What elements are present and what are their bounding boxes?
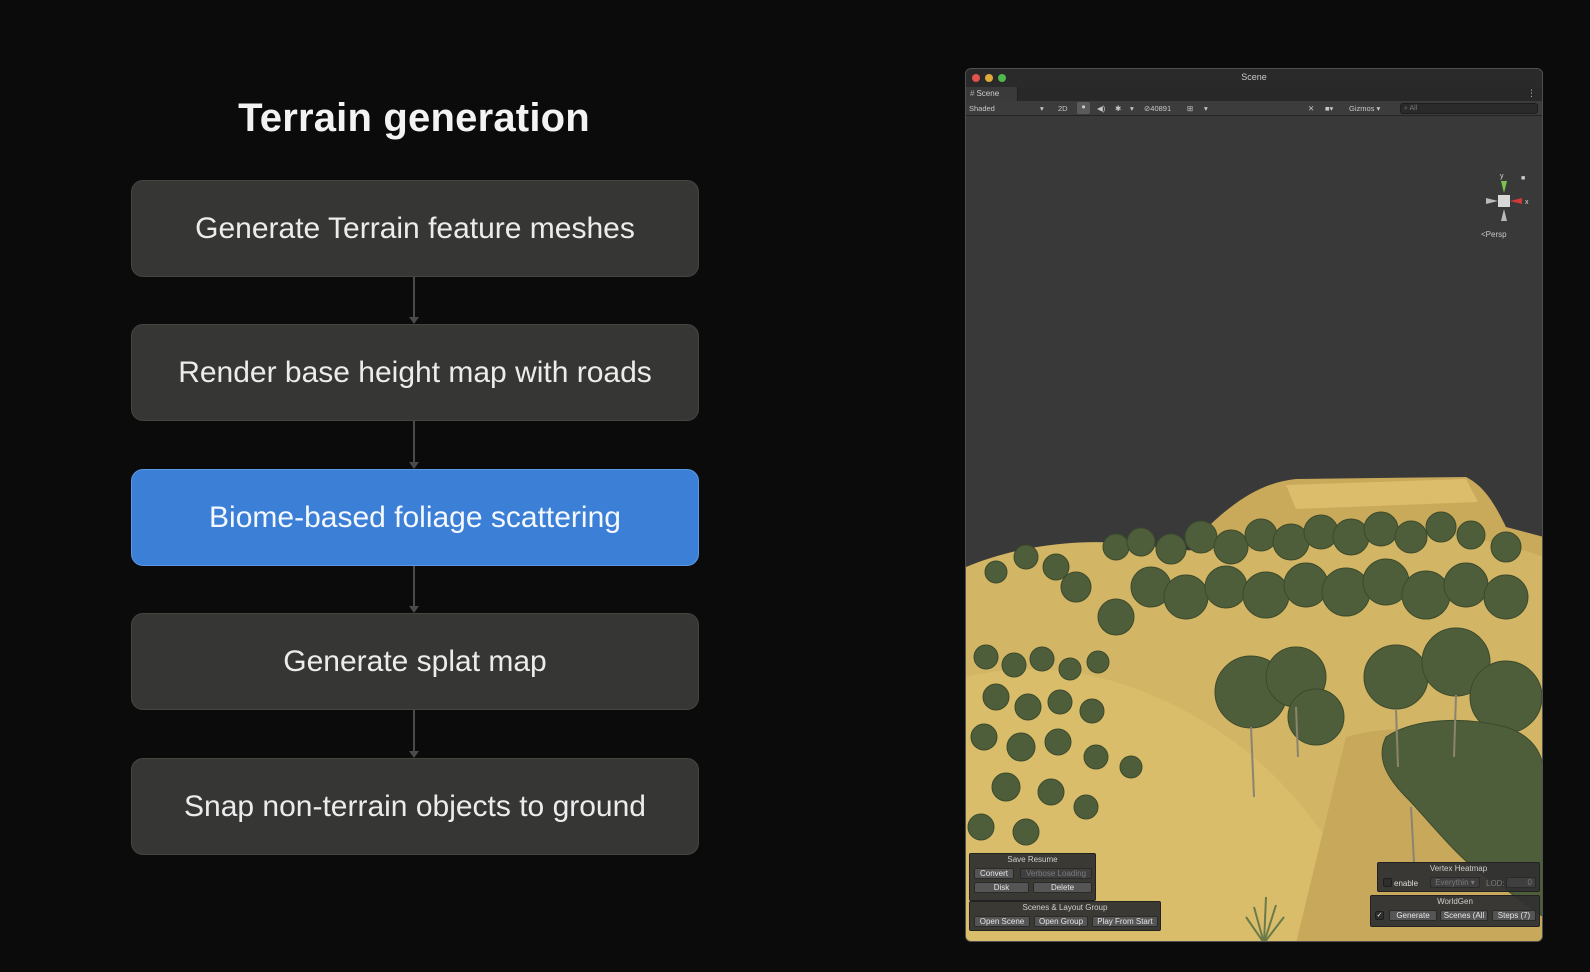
gizmos-dropdown[interactable]: Gizmos ▾: [1349, 104, 1380, 113]
generate-button[interactable]: Generate: [1389, 910, 1437, 921]
layer-mask-dropdown[interactable]: Everythin ▾: [1430, 877, 1480, 888]
hash-icon: #: [970, 89, 975, 98]
flow-arrow: [409, 566, 419, 613]
orientation-gizmo[interactable]: y x ■ <Persp: [1478, 171, 1538, 243]
play-from-start-button[interactable]: Play From Start: [1092, 916, 1158, 927]
shading-mode-dropdown[interactable]: Shaded: [969, 104, 995, 113]
step-label: Render base height map with roads: [178, 355, 652, 389]
gizmos-label: Gizmos: [1349, 104, 1375, 113]
step-label: Snap non-terrain objects to ground: [184, 789, 646, 823]
lod-label: LOD:: [1486, 879, 1505, 888]
grid-icon[interactable]: ⊞: [1187, 104, 1193, 113]
step-render-height-map: Render base height map with roads: [131, 324, 699, 421]
window-titlebar: Scene: [966, 69, 1542, 87]
flow-arrow: [409, 421, 419, 469]
tab-scene-label: Scene: [976, 89, 1000, 98]
step-generate-splat-map: Generate splat map: [131, 613, 699, 710]
worldgen-panel: WorldGen ✓ Generate Scenes (All Steps (7…: [1370, 895, 1540, 927]
scenes-all-button[interactable]: Scenes (All: [1440, 910, 1488, 921]
lightbulb-icon[interactable]: ●: [1077, 102, 1090, 114]
step-generate-terrain-meshes: Generate Terrain feature meshes: [131, 180, 699, 277]
effects-icon[interactable]: ✱: [1115, 104, 1121, 113]
search-placeholder: All: [1409, 105, 1418, 112]
chevron-down-icon[interactable]: ▾: [1040, 104, 1044, 113]
flow-arrow: [409, 710, 419, 758]
enable-checkbox[interactable]: [1383, 878, 1392, 887]
step-foliage-scattering: Biome-based foliage scattering: [131, 469, 699, 566]
scene-toolbar: Shaded ▾ 2D ● ◀) ✱ ▾ ⊘40891 ⊞ ▾ ✕ ■▾ Giz…: [966, 101, 1542, 116]
shading-mode-label: Shaded: [969, 104, 995, 113]
delete-button[interactable]: Delete: [1033, 882, 1092, 893]
axis-gizmo-icon: [1486, 181, 1522, 221]
layer-mask-value: Everythin: [1435, 878, 1469, 887]
panel-title: Vertex Heatmap: [1429, 864, 1488, 873]
tools-icon[interactable]: ✕: [1308, 104, 1314, 113]
step-label: Generate splat map: [283, 644, 547, 678]
axis-y-label: y: [1500, 173, 1504, 180]
speaker-icon[interactable]: ◀): [1097, 104, 1105, 113]
hidden-count: 40891: [1150, 104, 1172, 113]
disk-button[interactable]: Disk: [974, 882, 1029, 893]
save-resume-panel: Save Resume Convert Verbose Loading Disk…: [969, 853, 1096, 901]
steps-button[interactable]: Steps (7): [1492, 910, 1536, 921]
chevron-down-icon[interactable]: ▾: [1204, 104, 1208, 113]
tab-scene[interactable]: # Scene: [966, 87, 1018, 101]
convert-button[interactable]: Convert: [974, 868, 1014, 879]
open-group-button[interactable]: Open Group: [1034, 916, 1088, 927]
panel-title: WorldGen: [1437, 897, 1473, 906]
panel-title: Scenes & Layout Group: [1022, 903, 1108, 912]
open-scene-button[interactable]: Open Scene: [974, 916, 1030, 927]
flow-arrow: [409, 277, 419, 324]
kebab-menu-icon[interactable]: ⋮: [1527, 88, 1536, 99]
camera-icon[interactable]: ■▾: [1325, 104, 1333, 113]
lock-icon[interactable]: ■: [1521, 175, 1525, 182]
scene-viewport[interactable]: y x ■ <Persp Save Resume Convert Verbose…: [966, 117, 1542, 941]
scenes-layout-panel: Scenes & Layout Group Open Scene Open Gr…: [969, 901, 1161, 931]
tab-bar: # Scene ⋮: [966, 87, 1542, 101]
worldgen-checkbox[interactable]: ✓: [1375, 911, 1384, 920]
toggle-2d-button[interactable]: 2D: [1058, 104, 1068, 113]
verbose-loading-button[interactable]: Verbose Loading: [1020, 868, 1092, 879]
slide-title: Terrain generation: [238, 96, 590, 140]
scene-window: Scene # Scene ⋮ Shaded ▾ 2D ● ◀) ✱ ▾ ⊘408…: [965, 68, 1543, 942]
vertex-heatmap-panel: Vertex Heatmap enable Everythin ▾ LOD: 0: [1377, 862, 1540, 892]
step-label: Biome-based foliage scattering: [209, 500, 621, 534]
search-input[interactable]: ⌕ All: [1400, 103, 1538, 114]
panel-title: Save Resume: [1007, 855, 1058, 864]
step-snap-objects: Snap non-terrain objects to ground: [131, 758, 699, 855]
perspective-toggle[interactable]: <Persp: [1481, 230, 1507, 239]
chevron-down-icon[interactable]: ▾: [1130, 104, 1134, 113]
lod-field[interactable]: 0: [1506, 877, 1536, 888]
enable-label: enable: [1394, 879, 1419, 888]
axis-x-label: x: [1525, 199, 1529, 206]
step-label: Generate Terrain feature meshes: [195, 211, 635, 245]
visibility-toggle[interactable]: ⊘40891: [1144, 104, 1171, 113]
toggle-2d-label: 2D: [1058, 104, 1068, 113]
window-title: Scene: [1241, 72, 1267, 82]
terrain-scene-image: [966, 477, 1542, 941]
